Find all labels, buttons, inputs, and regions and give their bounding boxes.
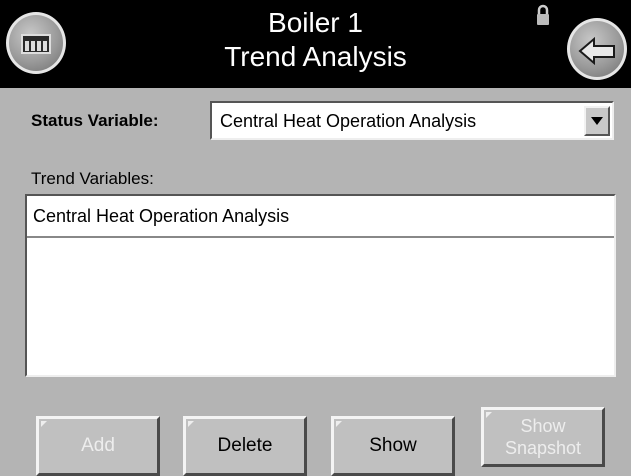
title-line-2: Trend Analysis: [224, 41, 407, 72]
delete-button-label: Delete: [217, 435, 273, 456]
dropdown-arrow-button[interactable]: [584, 106, 610, 136]
chevron-down-icon: [591, 117, 603, 125]
home-button[interactable]: [6, 12, 66, 74]
show-snapshot-label: Show Snapshot: [505, 415, 581, 459]
status-variable-value: Central Heat Operation Analysis: [220, 111, 477, 131]
page-title: Boiler 1 Trend Analysis: [160, 6, 471, 74]
list-item[interactable]: Central Heat Operation Analysis: [27, 196, 614, 238]
trend-variables-list[interactable]: Central Heat Operation Analysis: [25, 194, 616, 377]
title-line-1: Boiler 1: [268, 7, 363, 38]
building-icon: [21, 34, 51, 54]
padlock-icon: [537, 4, 549, 25]
show-snapshot-line-2: Snapshot: [504, 438, 582, 458]
delete-button[interactable]: Delete: [183, 416, 307, 476]
button-corner-mark: [41, 421, 47, 427]
button-corner-mark: [336, 421, 342, 427]
status-variable-select[interactable]: Central Heat Operation Analysis: [210, 101, 614, 140]
show-snapshot-button[interactable]: Show Snapshot: [481, 407, 605, 467]
back-arrow-icon: [578, 36, 615, 66]
button-corner-mark: [486, 412, 492, 418]
show-button-label: Show: [369, 435, 417, 456]
back-button[interactable]: [567, 18, 627, 80]
add-button-label: Add: [81, 435, 115, 456]
show-snapshot-line-1: Show: [520, 416, 566, 436]
add-button[interactable]: Add: [36, 416, 160, 476]
trend-variables-label: Trend Variables:: [31, 169, 154, 188]
button-corner-mark: [188, 421, 194, 427]
status-variable-label: Status Variable:: [31, 111, 159, 130]
show-button[interactable]: Show: [331, 416, 455, 476]
header-bar: Boiler 1 Trend Analysis: [0, 0, 631, 88]
